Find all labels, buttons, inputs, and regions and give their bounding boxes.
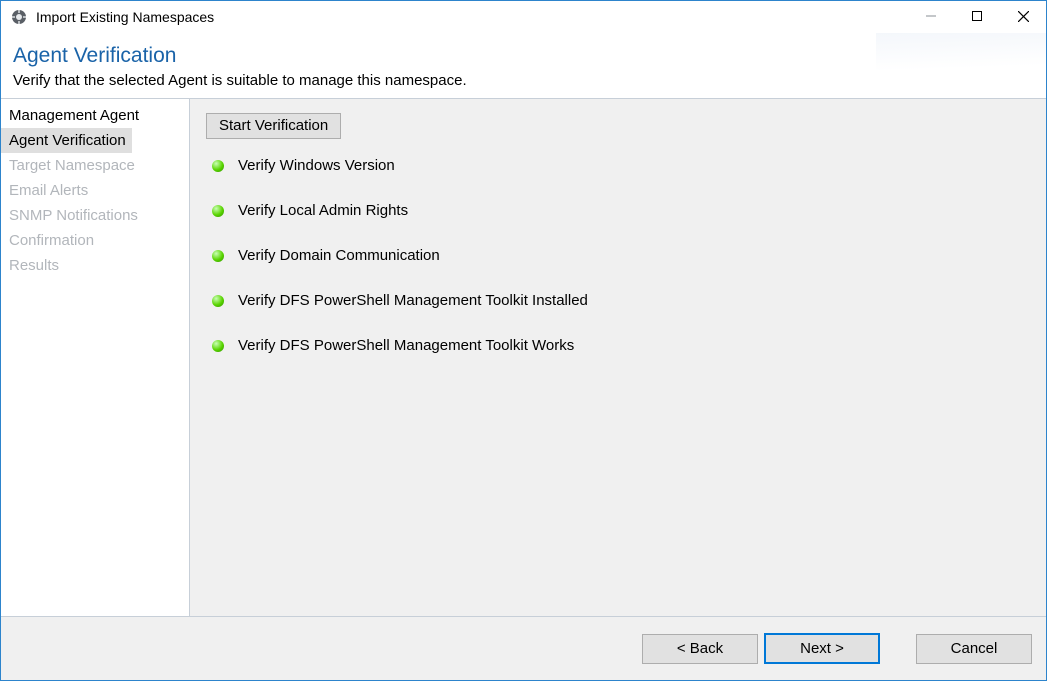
check-label: Verify Local Admin Rights	[238, 202, 408, 219]
step-email-alerts: Email Alerts	[1, 178, 189, 203]
check-label: Verify Domain Communication	[238, 247, 440, 264]
titlebar: Import Existing Namespaces	[1, 1, 1046, 33]
status-ok-icon	[212, 250, 224, 262]
page-subtitle: Verify that the selected Agent is suitab…	[13, 72, 1034, 89]
check-label: Verify Windows Version	[238, 157, 395, 174]
wizard-steps-sidebar: Management Agent Agent Verification Targ…	[1, 99, 190, 616]
step-snmp-notifications: SNMP Notifications	[1, 203, 189, 228]
window-title: Import Existing Namespaces	[36, 1, 908, 33]
status-ok-icon	[212, 160, 224, 172]
back-button[interactable]: < Back	[642, 634, 758, 664]
page-title: Agent Verification	[13, 43, 1034, 68]
check-item: Verify Domain Communication	[212, 247, 1030, 264]
step-confirmation: Confirmation	[1, 228, 189, 253]
step-target-namespace: Target Namespace	[1, 153, 189, 178]
minimize-button[interactable]	[908, 1, 954, 31]
start-verification-button[interactable]: Start Verification	[206, 113, 341, 139]
step-agent-verification[interactable]: Agent Verification	[1, 128, 132, 153]
check-item: Verify Windows Version	[212, 157, 1030, 174]
close-button[interactable]	[1000, 1, 1046, 31]
next-button[interactable]: Next >	[764, 633, 880, 664]
step-management-agent[interactable]: Management Agent	[1, 103, 189, 128]
app-icon	[10, 8, 28, 26]
wizard-window: Import Existing Namespaces Agent Verific…	[0, 0, 1047, 681]
verification-check-list: Verify Windows Version Verify Local Admi…	[206, 157, 1030, 354]
status-ok-icon	[212, 295, 224, 307]
caption-buttons	[908, 1, 1046, 33]
wizard-content: Start Verification Verify Windows Versio…	[190, 99, 1046, 616]
status-ok-icon	[212, 205, 224, 217]
check-label: Verify DFS PowerShell Management Toolkit…	[238, 292, 588, 309]
check-item: Verify DFS PowerShell Management Toolkit…	[212, 292, 1030, 309]
maximize-button[interactable]	[954, 1, 1000, 31]
check-label: Verify DFS PowerShell Management Toolkit…	[238, 337, 574, 354]
wizard-header: Agent Verification Verify that the selec…	[1, 33, 1046, 98]
check-item: Verify Local Admin Rights	[212, 202, 1030, 219]
status-ok-icon	[212, 340, 224, 352]
cancel-button[interactable]: Cancel	[916, 634, 1032, 664]
wizard-body: Management Agent Agent Verification Targ…	[1, 98, 1046, 616]
check-item: Verify DFS PowerShell Management Toolkit…	[212, 337, 1030, 354]
step-results: Results	[1, 253, 189, 278]
wizard-footer: < Back Next > Cancel	[1, 616, 1046, 680]
